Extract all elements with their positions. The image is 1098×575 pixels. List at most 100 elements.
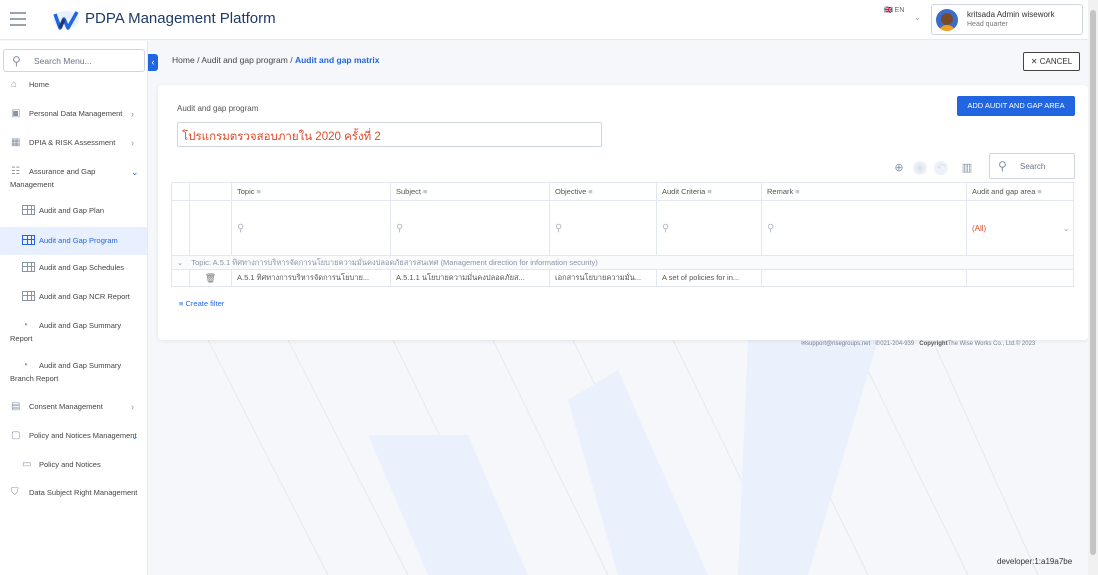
add-audit-gap-area-button[interactable]: ADD AUDIT AND GAP AREA	[957, 96, 1075, 116]
cell-subject[interactable]: A.5.1.1 นโยบายความมั่นคงปลอดภัยส...	[390, 270, 549, 286]
scrollbar-thumb[interactable]	[1090, 10, 1096, 555]
header-action-cell	[189, 183, 231, 200]
column-header-topic[interactable]: Topic ≡	[231, 183, 390, 200]
filter-subject[interactable]: ⚲	[390, 201, 549, 255]
column-header-label: Subject	[396, 187, 422, 196]
breadcrumb-separator: /	[290, 55, 293, 65]
trash-icon[interactable]: 🗑	[205, 273, 216, 283]
home-icon: ⌂	[11, 79, 18, 90]
sidebar-item-policy-notices-mgmt[interactable]: ▢ Policy and Notices Management ⌄	[0, 430, 147, 444]
filter-remark[interactable]: ⚲	[761, 201, 966, 255]
program-field-label: Audit and gap program	[177, 104, 259, 113]
chevron-right-icon: ›	[131, 109, 134, 119]
column-header-objective[interactable]: Objective ≡	[549, 183, 656, 200]
filter-area-select[interactable]: (All) ⌄	[966, 201, 1074, 255]
filter-icon[interactable]: ≡	[588, 187, 592, 196]
chevron-down-icon: ⌄	[1063, 224, 1070, 233]
footer-copyright: The Wise Works Co., Ltd.© 2023	[947, 341, 1036, 347]
sidebar-item-label: Assurance and Gap	[29, 167, 96, 176]
page-scrollbar[interactable]	[1088, 0, 1098, 575]
sidebar-item-audit-gap-plan[interactable]: Audit and Gap Plan	[0, 205, 147, 219]
sidebar-item-assurance-gap[interactable]: ☷ Assurance and Gap Management ⌄	[0, 166, 147, 192]
filter-icon[interactable]: ≡	[707, 187, 711, 196]
sidebar-item-label: Consent Management	[29, 402, 103, 411]
hamburger-menu-icon[interactable]	[10, 12, 26, 26]
search-icon: ⚲	[767, 223, 775, 234]
program-field[interactable]: โปรแกรมตรวจสอบภายใน 2020 ครั้งที่ 2	[177, 122, 602, 147]
sidebar-item-label-line2: Branch Report	[10, 374, 59, 383]
column-header-label: Audit Criteria	[662, 187, 706, 196]
close-icon: ✕	[1030, 57, 1038, 66]
sidebar-item-audit-gap-summary-branch[interactable]: ◔ Audit and Gap Summary Branch Report	[0, 360, 147, 386]
sidebar-item-policy-notices[interactable]: ▭ Policy and Notices	[0, 459, 147, 473]
cell-topic[interactable]: A.5.1 ทิศทางการบริหารจัดการนโยบาย...	[231, 270, 390, 286]
table-row[interactable]: 🗑 A.5.1 ทิศทางการบริหารจัดการนโยบาย... A…	[171, 270, 1074, 287]
search-icon: ⚲	[396, 223, 404, 234]
sidebar: ⚲ Search Menu... ⌂ Home ▣ Personal Data …	[0, 41, 148, 575]
filter-icon[interactable]: ≡	[257, 187, 261, 196]
add-row-icon[interactable]: ⊕	[892, 161, 906, 175]
sidebar-item-audit-gap-summary[interactable]: ◔ Audit and Gap Summary Report	[0, 320, 147, 346]
column-header-label: Objective	[555, 187, 587, 196]
filter-icon[interactable]: ≡	[795, 187, 799, 196]
column-header-area[interactable]: Audit and gap area ≡	[966, 183, 1074, 200]
sidebar-item-label: DPIA & RISK Assessment	[29, 138, 116, 147]
column-header-remark[interactable]: Remark ≡	[761, 183, 966, 200]
sidebar-item-home[interactable]: ⌂ Home	[0, 79, 147, 93]
sidebar-item-label: Policy and Notices Management	[29, 431, 137, 440]
sidebar-item-audit-gap-ncr[interactable]: Audit and Gap NCR Report	[0, 291, 147, 305]
user-profile[interactable]: kritsada Admin wisework Head quarter	[931, 4, 1083, 35]
sidebar-item-personal-data[interactable]: ▣ Personal Data Management ›	[0, 108, 147, 122]
filter-audit-criteria[interactable]: ⚲	[656, 201, 761, 255]
filter-icon: ≡	[179, 299, 184, 308]
chevron-down-icon[interactable]: ⌄	[177, 258, 183, 267]
cell-audit-criteria[interactable]: A set of policies for in...	[656, 270, 761, 286]
sidebar-item-label-line2: Management	[10, 180, 54, 189]
sidebar-item-label: Audit and Gap NCR Report	[39, 292, 130, 301]
user-role: Head quarter	[967, 21, 1008, 28]
column-chooser-icon[interactable]: ▥	[960, 161, 974, 175]
cancel-button[interactable]: ✕ CANCEL	[1023, 52, 1080, 71]
sidebar-item-consent[interactable]: ▤ Consent Management ›	[0, 401, 147, 415]
cell-remark[interactable]	[761, 270, 966, 286]
filter-expand-cell	[171, 201, 189, 255]
filter-objective[interactable]: ⚲	[549, 201, 656, 255]
header-expand-cell	[171, 183, 189, 200]
filter-icon[interactable]: ≡	[1037, 187, 1041, 196]
language-selector[interactable]: 🇬🇧 EN ⌄	[884, 6, 921, 22]
collapse-sidebar-button[interactable]: ‹	[148, 54, 158, 71]
sidebar-item-dpia[interactable]: ▦ DPIA & RISK Assessment ›	[0, 137, 147, 151]
cell-objective[interactable]: เอกสารนโยบายความมั่น...	[549, 270, 656, 286]
footer-phone: 021-204-939	[880, 341, 915, 347]
column-header-label: Topic	[237, 187, 255, 196]
sidebar-item-audit-gap-program[interactable]: Audit and Gap Program	[0, 227, 147, 255]
column-header-subject[interactable]: Subject ≡	[390, 183, 549, 200]
column-header-audit-criteria[interactable]: Audit Criteria ≡	[656, 183, 761, 200]
filter-topic[interactable]: ⚲	[231, 201, 390, 255]
footer-copyright-label: Copyright	[919, 341, 948, 347]
create-filter-link[interactable]: ≡ Create filter	[179, 299, 224, 308]
footer: ✉support@risegroups.net ✆021-204-939 Cop…	[801, 340, 1035, 347]
table-search-input[interactable]: ⚲ Search	[989, 153, 1075, 179]
search-icon: ⚲	[237, 223, 245, 234]
column-header-label: Remark	[767, 187, 794, 196]
sidebar-item-audit-gap-schedules[interactable]: Audit and Gap Schedules	[0, 262, 147, 276]
report-icon: ▦	[11, 137, 21, 148]
breadcrumb-separator: /	[197, 55, 200, 65]
search-menu-input[interactable]: ⚲ Search Menu...	[3, 49, 145, 72]
undo-icon: ↶	[934, 161, 948, 175]
search-icon: ⚲	[998, 159, 1007, 173]
cancel-button-label: CANCEL	[1039, 57, 1073, 66]
breadcrumb-parent[interactable]: Audit and gap program	[201, 55, 287, 65]
sidebar-item-label: Audit and Gap Program	[39, 236, 118, 245]
sidebar-item-dsr[interactable]: ⛉ Data Subject Right Management	[0, 487, 147, 501]
filter-icon[interactable]: ≡	[423, 187, 427, 196]
footer-email[interactable]: support@risegroups.net	[806, 341, 870, 347]
group-row[interactable]: ⌄ Topic: A.5.1 ทิศทางการบริหารจัดการนโยบ…	[171, 256, 1074, 270]
row-action-cell: 🗑	[189, 270, 231, 286]
consent-icon: ▤	[11, 401, 21, 412]
cell-area[interactable]	[966, 270, 1074, 286]
folder-icon: ▭	[22, 459, 32, 470]
table-filter-row: ⚲ ⚲ ⚲ ⚲ ⚲ (All) ⌄	[171, 201, 1074, 256]
breadcrumb-home[interactable]: Home	[172, 55, 195, 65]
